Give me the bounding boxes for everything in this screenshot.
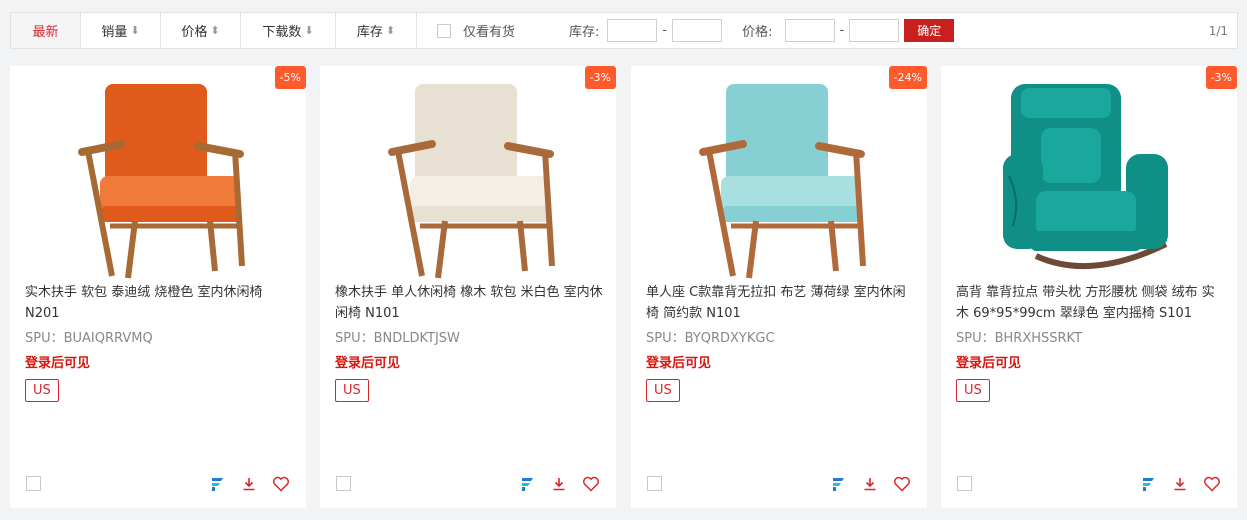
stock-only-filter[interactable]: 仅看有货 xyxy=(437,21,515,40)
sort-label: 库存 xyxy=(356,25,383,40)
login-to-view-price: 登录后可见 xyxy=(646,356,712,371)
page-indicator: 1/1 xyxy=(1208,23,1228,38)
product-title[interactable]: 橡木扶手 单人休闲椅 橡木 软包 米白色 室内休闲椅 N101 xyxy=(335,282,605,324)
product-title[interactable]: 单人座 C款靠背无拉扣 布艺 薄荷绿 室内休闲椅 简约款 N101 xyxy=(646,282,916,324)
product-card[interactable]: -24% 单人座 C款靠背无拉扣 布艺 薄荷绿 室内休闲椅 简约款 N101 S… xyxy=(631,66,927,508)
region-tag: US xyxy=(956,379,990,402)
product-spu: SPU：BHRXHSSRKT xyxy=(956,331,1083,346)
top-strip xyxy=(0,0,1247,3)
heart-icon[interactable] xyxy=(892,474,912,494)
product-title[interactable]: 高背 靠背拉点 带头枕 方形腰枕 侧袋 绒布 实木 69*95*99cm 翠绿色… xyxy=(956,282,1226,324)
product-image[interactable] xyxy=(631,66,927,281)
price-range-label: 价格: xyxy=(742,25,773,40)
sort-updown-icon: ⬍ xyxy=(385,24,396,37)
sort-downloads[interactable]: 下载数 ⬇ xyxy=(241,13,336,48)
region-tag: US xyxy=(646,379,680,402)
brand-f-icon[interactable] xyxy=(207,474,227,494)
download-icon[interactable] xyxy=(239,474,259,494)
brand-f-icon[interactable] xyxy=(1138,474,1158,494)
download-icon[interactable] xyxy=(549,474,569,494)
product-image[interactable] xyxy=(941,66,1237,281)
heart-icon[interactable] xyxy=(581,474,601,494)
sort-down-icon: ⬇ xyxy=(304,24,314,37)
filter-bar: 最新 销量 ⬇ 价格 ⬍ 下载数 ⬇ 库存 ⬍ 仅看有货 库存: - 价格: - 确定 … xyxy=(10,12,1238,49)
sort-label: 价格 xyxy=(181,25,208,40)
select-checkbox[interactable] xyxy=(26,476,41,491)
brand-f-icon[interactable] xyxy=(828,474,848,494)
sort-updown-icon: ⬍ xyxy=(210,24,220,37)
login-to-view-price: 登录后可见 xyxy=(335,356,401,371)
product-image[interactable] xyxy=(10,66,306,281)
card-actions xyxy=(816,474,912,494)
sort-label: 下载数 xyxy=(262,25,302,40)
product-card[interactable]: -3% 高背 靠背拉点 带头枕 方形腰枕 侧袋 绒布 实木 69*95*99cm… xyxy=(941,66,1237,508)
select-checkbox[interactable] xyxy=(336,476,351,491)
sort-label: 最新 xyxy=(32,25,59,40)
product-spu: SPU：BUAIQRRVMQ xyxy=(25,331,153,346)
stock-max-input[interactable] xyxy=(672,19,723,42)
sort-stock[interactable]: 库存 ⬍ xyxy=(336,13,417,48)
login-to-view-price: 登录后可见 xyxy=(956,356,1022,371)
stock-range-label: 库存: xyxy=(569,25,600,40)
product-card[interactable]: -5% 实木扶手 软包 泰迪绒 烧橙色 室内休闲椅 N201 SPU：BUAIQ… xyxy=(10,66,306,508)
product-spu: SPU：BNDLDKTJSW xyxy=(335,331,460,346)
heart-icon[interactable] xyxy=(1202,474,1222,494)
card-actions xyxy=(195,474,291,494)
download-icon[interactable] xyxy=(1170,474,1190,494)
sort-sales[interactable]: 销量 ⬇ xyxy=(81,13,161,48)
select-checkbox[interactable] xyxy=(957,476,972,491)
login-to-view-price: 登录后可见 xyxy=(25,356,91,371)
sort-price[interactable]: 价格 ⬍ xyxy=(161,13,241,48)
heart-icon[interactable] xyxy=(271,474,291,494)
brand-f-icon[interactable] xyxy=(517,474,537,494)
price-max-input[interactable] xyxy=(849,19,900,42)
product-title[interactable]: 实木扶手 软包 泰迪绒 烧橙色 室内休闲椅 N201 xyxy=(25,282,295,324)
card-actions xyxy=(505,474,601,494)
price-min-input[interactable] xyxy=(784,19,835,42)
download-icon[interactable] xyxy=(860,474,880,494)
confirm-button[interactable]: 确定 xyxy=(904,19,955,42)
discount-badge: -3% xyxy=(1205,66,1237,89)
stock-only-checkbox[interactable] xyxy=(437,23,451,38)
range-dash: - xyxy=(839,23,845,38)
discount-badge: -3% xyxy=(584,66,616,89)
range-dash: - xyxy=(662,23,668,38)
stock-min-input[interactable] xyxy=(607,19,658,42)
stock-only-label: 仅看有货 xyxy=(463,25,516,40)
region-tag: US xyxy=(25,379,59,402)
discount-badge: -5% xyxy=(274,66,306,89)
discount-badge: -24% xyxy=(888,66,927,89)
select-checkbox[interactable] xyxy=(647,476,662,491)
product-spu: SPU：BYQRDXYKGC xyxy=(646,331,775,346)
product-card[interactable]: -3% 橡木扶手 单人休闲椅 橡木 软包 米白色 室内休闲椅 N101 SPU：… xyxy=(320,66,616,508)
card-actions xyxy=(1126,474,1222,494)
sort-label: 销量 xyxy=(101,25,128,40)
sort-down-icon: ⬇ xyxy=(130,24,140,37)
sort-newest[interactable]: 最新 xyxy=(11,13,81,48)
region-tag: US xyxy=(335,379,369,402)
product-image[interactable] xyxy=(320,66,616,281)
